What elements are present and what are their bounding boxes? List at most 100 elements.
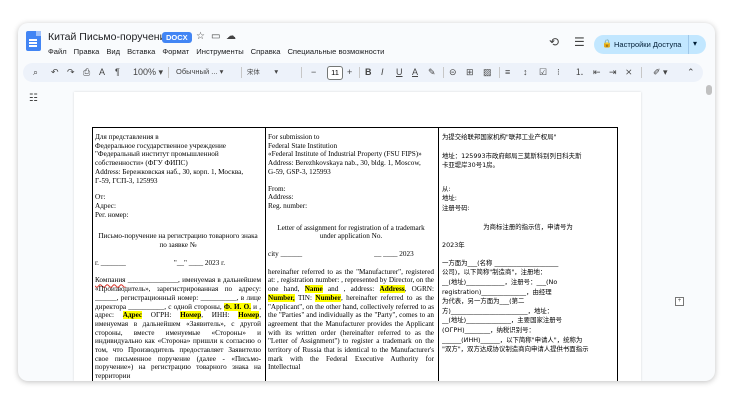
align-icon[interactable]: ≡ [505,66,510,78]
toolbar-divider [241,67,242,78]
zoom-select[interactable]: 100% ▾ [133,66,163,78]
version-history-icon[interactable]: ⟲ [549,35,559,49]
date: "__" ____ 2023 г. [173,258,226,267]
table-add-icon[interactable]: + [675,297,684,306]
fio-placeholder: Ф. И. О. [223,302,251,311]
address-placeholder: Адрес [122,311,143,320]
increase-indent-icon[interactable]: ⇥ [609,66,617,78]
letter-title: Letter of assignment for registration of… [277,223,425,232]
menu-format[interactable]: Формат [162,47,189,56]
table-border [438,127,439,381]
russian-column: Для представления в Федеральное государс… [95,127,261,381]
search-menus-icon[interactable]: ⌕ [33,66,38,78]
reg-label: Рег. номер: [95,210,129,219]
docs-logo-icon[interactable] [26,31,41,51]
bulleted-list-icon[interactable]: ⁝ [557,66,560,78]
header-line: G-59, GSP-3, 125993 [268,167,331,176]
highlight-icon[interactable]: ✎ [428,66,436,78]
add-comment-icon[interactable]: ⊞ [466,66,474,78]
docs-window: Китай Письмо-поручение DOCX ☆ ▭ ☁ Файл П… [18,23,715,381]
from-label: От: [95,193,106,202]
cloud-status-icon[interactable]: ☁ [226,31,236,42]
undo-icon[interactable]: ↶ [51,66,59,78]
clear-formatting-icon[interactable]: ⨯ [625,66,633,78]
header-line: 地址：125993市政府邮局三莫斯科别列日科夫斯 [442,151,582,160]
docx-badge: DOCX [162,32,192,43]
link-icon[interactable]: ⊝ [449,66,457,78]
agreement-body: hereinafter referred to as the "Manufact… [268,268,434,372]
body-line: registration)______________，由经理 [442,287,552,296]
share-button-label: Настройки Доступа [614,40,682,49]
insert-image-icon[interactable]: ▨ [483,66,492,78]
body-text: , ИНН: [201,311,239,320]
city-date-line: city ______ __ ____ 2023 [268,250,434,259]
header-line: «Federal Institute of Industrial Propert… [268,150,422,159]
menu-help[interactable]: Справка [251,47,281,56]
chinese-column: 为提交给联邦国家机构"联邦工业产权局" 地址：125993市政府邮局三莫斯科别列… [442,127,614,381]
address-label: Адрес: [95,201,116,210]
name-placeholder: Name [304,285,323,294]
city: city ______ [268,250,303,259]
print-icon[interactable]: ⎙ [83,66,90,78]
menu-view[interactable]: Вид [106,47,120,56]
header-line: For submission to [268,133,320,141]
document-page[interactable]: Для представления в Федеральное государс… [74,92,684,381]
numbered-list-icon[interactable]: ⒈ [575,66,584,78]
menu-tools[interactable]: Инструменты [196,47,243,56]
increase-font-icon[interactable]: + [347,66,352,78]
share-button[interactable]: 🔒 Настройки Доступа ▾ [594,35,706,54]
chevron-down-icon[interactable]: ▾ [693,39,697,48]
letter-title: 为商标注册的指示信，申请号为 [483,222,573,231]
redo-icon[interactable]: ↷ [67,66,75,78]
letter-subtitle: under application No. [319,232,383,241]
lock-icon: 🔒 [602,39,612,48]
number-placeholder: Number [315,293,341,302]
decrease-font-icon[interactable]: − [311,66,316,78]
menu-file[interactable]: Файл [48,47,67,56]
style-value: Обычный ... [176,67,218,76]
document-outline-icon[interactable]: ☷ [29,93,38,104]
toolbar: ⌕ ↶ ↷ ⎙ A ¶ 100% ▾ Обычный ... ▾ 宋体 ▾ − … [23,63,703,82]
underline-icon[interactable]: U [396,66,403,78]
toolbar-divider [443,67,444,78]
menu-edit[interactable]: Правка [74,47,100,56]
font-select[interactable]: 宋体 ▾ [247,66,278,78]
menu-insert[interactable]: Вставка [127,47,155,56]
body-line: 为代表，另一方面为___(第二 [442,297,525,306]
toolbar-divider [359,67,360,78]
line-spacing-icon[interactable]: ↕ [523,66,528,78]
year: 2023年 [442,241,465,250]
star-icon[interactable]: ☆ [196,31,205,42]
document-title[interactable]: Китай Письмо-поручение [48,31,171,43]
table-border [617,127,618,381]
body-text: ОГРН: [142,311,181,320]
italic-icon[interactable]: I [381,66,384,78]
spellcheck-icon[interactable]: A [99,66,105,78]
font-value: 宋体 [247,68,260,76]
city-date-line: г. _______ "__" ____ 2023 г. [95,259,261,268]
body-text: TIN: [294,293,316,302]
header-line: Federal State Institution [268,141,338,150]
font-size-input[interactable]: 11 [327,66,343,80]
paint-format-icon[interactable]: ¶ [115,66,120,78]
menu-accessibility[interactable]: Специальные возможности [287,47,384,56]
comments-icon[interactable]: ☰ [574,35,585,49]
bold-icon[interactable]: B [365,66,372,78]
table-border [265,127,266,381]
letter-title: Письмо-поручение на регистрацию товарног… [98,232,258,241]
number-placeholder: Номер [238,311,260,320]
body-text: , именуемая в дальнейшем «Заявитель», с … [95,311,261,381]
toolbar-divider [499,67,500,78]
header-line: собственности» (ФГУ ФИПС) [95,159,188,168]
text-color-icon[interactable]: A [412,66,418,78]
style-select[interactable]: Обычный ... ▾ [176,66,223,78]
editing-mode-icon[interactable]: ✐ ▾ [653,66,668,78]
number-placeholder: Номер [180,311,202,320]
move-folder-icon[interactable]: ▭ [211,31,220,42]
collapse-menus-icon[interactable]: ⌃ [687,66,695,78]
decrease-indent-icon[interactable]: ⇤ [593,66,601,78]
company-word: Компания [95,276,126,285]
scrollbar[interactable] [706,85,712,95]
checklist-icon[interactable]: ☑ [539,66,547,78]
address-label: 地址: [442,194,457,203]
